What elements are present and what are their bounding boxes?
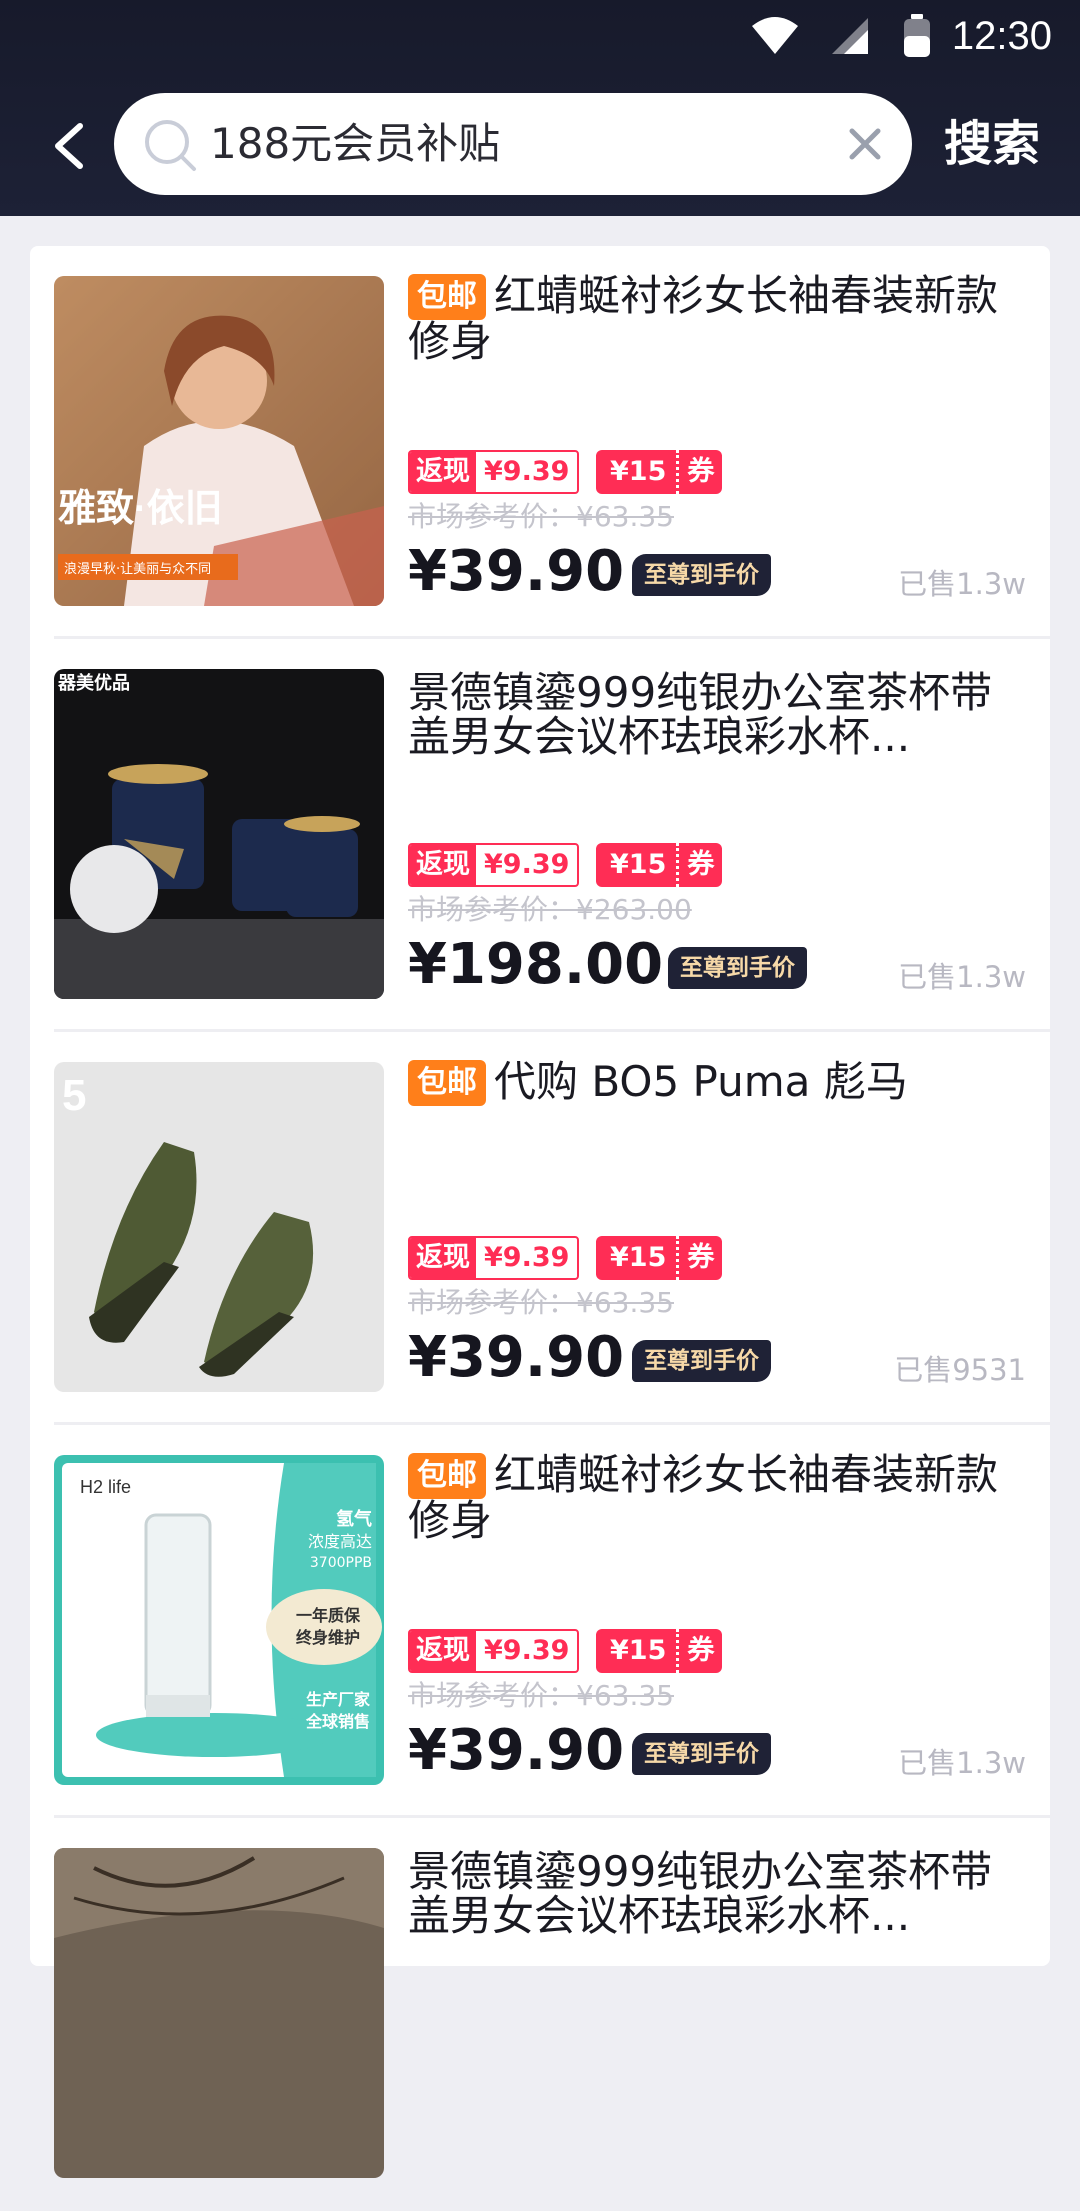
coupon-value: ¥15 <box>596 1236 680 1280</box>
coupon-tag[interactable]: ¥15 券 <box>596 1629 723 1673</box>
product-title-text: 景德镇鎏999纯银办公室茶杯带盖男女会议杯珐琅彩水杯... <box>408 1847 993 1940</box>
product-image[interactable]: 雅致·依旧 浪漫早秋·让美丽与众不同 <box>54 276 384 606</box>
vip-price-tag: 至尊到手价 <box>632 554 771 596</box>
image-brand: H2 life <box>80 1477 131 1497</box>
vip-price-tag: 至尊到手价 <box>632 1340 771 1382</box>
image-text: 一年质保 <box>296 1606 361 1625</box>
product-image-photo: 器美优品 <box>54 669 384 999</box>
coupon-value: ¥15 <box>596 1629 680 1673</box>
product-image[interactable]: H2 life 氢气 浓度高达 3700PPB 一年质保 终身维护 生产厂家 全… <box>54 1455 384 1785</box>
product-title-text: 红蜻蜓衬衫女长袖春装新款修身 <box>408 1450 999 1545</box>
product-image[interactable] <box>54 1848 384 2178</box>
coupon-tag[interactable]: ¥15 券 <box>596 843 723 887</box>
price: ¥39.90 <box>408 539 625 604</box>
product-image-photo <box>54 1848 384 2178</box>
image-text: 终身维护 <box>296 1628 360 1647</box>
cashback-label: 返现 <box>410 1631 476 1671</box>
sold-count: 已售1.3w <box>898 567 1026 601</box>
product-item[interactable]: 器美优品 景德镇鎏999纯银办公室茶杯带盖男女会议杯珐琅彩水杯... 返现 ¥9.… <box>30 639 1050 1032</box>
cashback-tag: 返现 ¥9.39 <box>408 1629 580 1673</box>
product-item[interactable]: 景德镇鎏999纯银办公室茶杯带盖男女会议杯珐琅彩水杯... <box>30 1818 1050 2211</box>
top-header: 12:30 188元会员补贴 搜索 <box>0 0 1080 216</box>
product-title[interactable]: 包邮 代购 BO5 Puma 彪马 <box>408 1060 1028 1106</box>
image-caption-main: 雅致·依旧 <box>58 488 223 530</box>
coupon-label: 券 <box>687 1635 715 1666</box>
product-item[interactable]: 雅致·依旧 浪漫早秋·让美丽与众不同 包邮 红蜻蜓衬衫女长袖春装新款修身 返现 ¥9… <box>30 246 1050 639</box>
vip-price-tag: 至尊到手价 <box>668 947 807 989</box>
image-text: 浓度高达 <box>308 1532 372 1551</box>
market-price: 市场参考价：¥63.35 <box>408 1679 674 1712</box>
vip-price-tag: 至尊到手价 <box>632 1733 771 1775</box>
market-price: 市场参考价：¥63.35 <box>408 500 674 533</box>
sold-count: 已售9531 <box>894 1353 1026 1387</box>
signal-icon <box>832 18 868 54</box>
product-title-text: 红蜻蜓衬衫女长袖春装新款修身 <box>408 271 999 366</box>
product-item[interactable]: H2 life 氢气 浓度高达 3700PPB 一年质保 终身维护 生产厂家 全… <box>30 1425 1050 1818</box>
coupon-tag[interactable]: ¥15 券 <box>596 450 723 494</box>
coupon-label: 券 <box>687 1242 715 1273</box>
search-button[interactable]: 搜索 <box>944 112 1040 176</box>
product-title[interactable]: 包邮 红蜻蜓衬衫女长袖春装新款修身 <box>408 274 1028 364</box>
coupon-label: 券 <box>687 456 715 487</box>
cashback-value: ¥9.39 <box>484 849 570 880</box>
cashback-value: ¥9.39 <box>484 1635 570 1666</box>
image-caption-sub: 浪漫早秋·让美丽与众不同 <box>64 562 211 577</box>
image-brand: 器美优品 <box>57 672 130 694</box>
cashback-tag: 返现 ¥9.39 <box>408 450 580 494</box>
market-price: 市场参考价：¥263.00 <box>408 893 692 926</box>
image-text: 3700PPB <box>310 1555 372 1571</box>
search-input[interactable]: 188元会员补贴 <box>114 93 912 195</box>
chevron-left-icon <box>55 123 83 169</box>
back-button[interactable] <box>40 110 96 182</box>
price: ¥198.00 <box>408 932 664 997</box>
coupon-value: ¥15 <box>596 843 680 887</box>
wifi-icon <box>752 17 798 54</box>
cashback-tag: 返现 ¥9.39 <box>408 843 580 887</box>
product-title-text: 代购 BO5 Puma 彪马 <box>494 1057 908 1106</box>
cashback-value: ¥9.39 <box>484 456 570 487</box>
product-image-photo: 5 <box>54 1062 384 1392</box>
price: ¥39.90 <box>408 1718 625 1783</box>
product-image-photo: H2 life 氢气 浓度高达 3700PPB 一年质保 终身维护 生产厂家 全… <box>54 1455 384 1785</box>
free-shipping-badge: 包邮 <box>408 274 486 320</box>
market-price: 市场参考价：¥63.35 <box>408 1286 674 1319</box>
sold-count: 已售1.3w <box>898 1746 1026 1780</box>
product-list: 雅致·依旧 浪漫早秋·让美丽与众不同 包邮 红蜻蜓衬衫女长袖春装新款修身 返现 ¥9… <box>30 246 1050 2178</box>
price: ¥39.90 <box>408 1325 625 1390</box>
product-title[interactable]: 景德镇鎏999纯银办公室茶杯带盖男女会议杯珐琅彩水杯... <box>408 671 1028 759</box>
status-bar: 12:30 <box>0 0 1080 72</box>
coupon-label: 券 <box>687 849 715 880</box>
product-image-photo: 雅致·依旧 浪漫早秋·让美丽与众不同 <box>54 276 384 606</box>
free-shipping-badge: 包邮 <box>408 1060 486 1106</box>
product-image[interactable]: 器美优品 <box>54 669 384 999</box>
cashback-label: 返现 <box>410 1238 476 1278</box>
coupon-tag[interactable]: ¥15 券 <box>596 1236 723 1280</box>
sold-count: 已售1.3w <box>898 960 1026 994</box>
cashback-label: 返现 <box>410 845 476 885</box>
image-text: 全球销售 <box>305 1712 370 1731</box>
battery-icon <box>904 14 930 57</box>
image-text: 生产厂家 <box>306 1690 371 1709</box>
product-title[interactable]: 景德镇鎏999纯银办公室茶杯带盖男女会议杯珐琅彩水杯... <box>408 1850 1028 1938</box>
cashback-value: ¥9.39 <box>484 1242 570 1273</box>
product-item[interactable]: 5 包邮 代购 BO5 Puma 彪马 返现 ¥9.39 ¥15 券 市场参考价：¥6… <box>30 1032 1050 1425</box>
product-title-text: 景德镇鎏999纯银办公室茶杯带盖男女会议杯珐琅彩水杯... <box>408 668 993 761</box>
search-query-text: 188元会员补贴 <box>210 119 501 168</box>
cashback-label: 返现 <box>410 452 476 492</box>
search-icon <box>145 120 196 171</box>
free-shipping-badge: 包邮 <box>408 1453 486 1499</box>
cashback-tag: 返现 ¥9.39 <box>408 1236 580 1280</box>
product-title[interactable]: 包邮 红蜻蜓衬衫女长袖春装新款修身 <box>408 1453 1028 1543</box>
clear-icon[interactable] <box>844 123 886 165</box>
svg-text:5: 5 <box>62 1071 86 1120</box>
product-image[interactable]: 5 <box>54 1062 384 1392</box>
image-text: 氢气 <box>336 1508 372 1530</box>
coupon-value: ¥15 <box>596 450 680 494</box>
status-time: 12:30 <box>951 14 1052 58</box>
